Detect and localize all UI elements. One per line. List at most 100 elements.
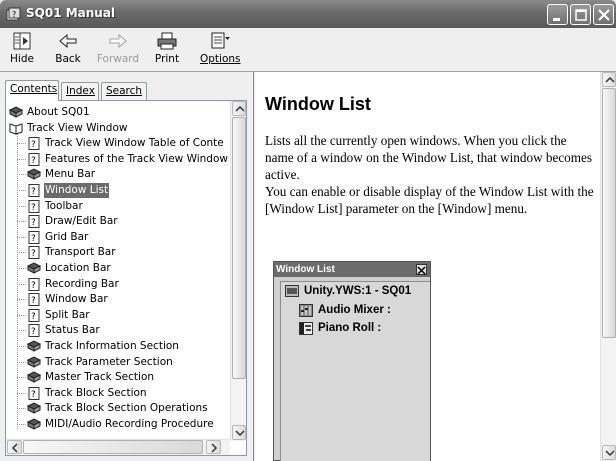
tree-connector xyxy=(17,314,26,316)
window-title: SQ01 Manual xyxy=(26,6,116,20)
help-app-icon: ? xyxy=(6,7,21,21)
window-list-header: Window List xyxy=(274,262,430,277)
back-label: Back xyxy=(55,53,81,65)
topic-paragraph: You can enable or disable display of the… xyxy=(265,184,594,216)
help-page-icon: ? xyxy=(27,293,41,307)
hide-button[interactable]: Hide xyxy=(6,30,38,70)
help-page-icon: ? xyxy=(27,230,41,244)
tree-item[interactable]: About SQ01 xyxy=(8,105,229,120)
printer-icon xyxy=(157,32,177,50)
tree-item-label: Features of the Track View Window xyxy=(45,152,228,165)
maximize-button[interactable] xyxy=(570,4,591,25)
tree-item-label: Track View Window Table of Conte xyxy=(45,137,224,150)
maximize-icon xyxy=(575,9,587,21)
tree-item[interactable]: ? Features of the Track View Window xyxy=(17,152,232,167)
book-icon xyxy=(8,106,24,119)
options-button[interactable]: Options xyxy=(200,30,241,70)
scroll-left-button[interactable] xyxy=(7,440,22,454)
book-icon xyxy=(26,418,42,431)
tree-item[interactable]: Track Information Section xyxy=(17,339,232,354)
tree-connector xyxy=(17,268,26,269)
minimize-icon xyxy=(553,18,560,21)
help-page-icon: ? xyxy=(27,184,41,197)
svg-text:?: ? xyxy=(31,390,36,400)
tree-item[interactable]: ? Window List xyxy=(17,183,232,198)
tree-item[interactable]: ? Transport Bar xyxy=(17,245,232,260)
tree-item[interactable]: Menu Bar xyxy=(17,167,232,182)
tree-item-label: Master Track Section xyxy=(45,371,155,384)
topic-scroll-thumb[interactable] xyxy=(602,88,616,338)
tree-item[interactable]: ? Grid Bar xyxy=(17,230,232,245)
help-page-icon: ? xyxy=(27,277,41,291)
tree-connector xyxy=(17,158,26,160)
tree-item-label: Window List xyxy=(44,183,110,198)
tree-item[interactable]: ? Track Block Section xyxy=(17,386,232,401)
tree-connector xyxy=(17,190,26,191)
forward-button[interactable]: Forward xyxy=(96,30,140,70)
tree-item[interactable]: Track Block Section Operations xyxy=(17,401,232,416)
svg-text:?: ? xyxy=(31,156,36,166)
tree-item[interactable]: ? Window Bar xyxy=(17,292,232,307)
tree-connector xyxy=(17,346,26,347)
tree-connector xyxy=(17,377,26,379)
contents-tree: About SQ01 Track View Window? Track View W… xyxy=(5,100,247,456)
tree-connector xyxy=(17,205,26,207)
topic-vertical-scrollbar[interactable] xyxy=(600,72,616,461)
back-button[interactable]: Back xyxy=(52,30,84,70)
scroll-down-button[interactable] xyxy=(232,425,246,440)
tree-item[interactable]: ? Status Bar xyxy=(17,323,232,338)
back-arrow-icon xyxy=(59,33,77,49)
svg-text:?: ? xyxy=(31,327,36,337)
help-page-icon: ? xyxy=(27,324,41,338)
tree-horizontal-scrollbar[interactable] xyxy=(6,439,230,455)
tree-item[interactable]: Track View Window xyxy=(9,121,229,136)
print-button[interactable]: Print xyxy=(152,30,182,70)
tree-item[interactable]: ? Toolbar xyxy=(17,199,232,214)
tab-index-label: Index xyxy=(66,85,95,97)
tree-item[interactable]: Master Track Section xyxy=(17,370,232,385)
help-page-icon: ? xyxy=(27,246,41,260)
tree-connector xyxy=(17,252,26,254)
hide-icon xyxy=(13,32,31,50)
tree-item[interactable]: ? Draw/Edit Bar xyxy=(17,214,232,229)
window-list-title: Window List xyxy=(276,264,335,275)
tab-contents[interactable]: Contents xyxy=(5,80,59,101)
topic-scroll-down-button[interactable] xyxy=(602,445,616,460)
tree-item-label: Track Block Section xyxy=(45,386,147,399)
tree-item[interactable]: Location Bar xyxy=(17,261,232,276)
tab-search[interactable]: Search xyxy=(101,82,147,100)
hide-label: Hide xyxy=(10,53,34,65)
help-page-icon: ? xyxy=(27,137,41,151)
topic-scroll-up-button[interactable] xyxy=(602,72,616,87)
tree-item[interactable]: ? Split Bar xyxy=(17,308,232,323)
scroll-thumb[interactable] xyxy=(232,117,246,379)
book-icon xyxy=(26,402,42,415)
tree-item[interactable]: ? Recording Bar xyxy=(17,277,232,292)
tree-item-label: Menu Bar xyxy=(45,168,96,181)
tree-item[interactable]: ? Track View Window Table of Conte xyxy=(17,136,232,151)
scroll-up-button[interactable] xyxy=(232,101,246,116)
tree-item-label: Split Bar xyxy=(45,308,90,321)
tree-item-label: Track Parameter Section xyxy=(45,355,173,368)
tree-connector xyxy=(17,174,26,176)
tree-item-label: Recording Bar xyxy=(45,277,119,290)
tree-connector xyxy=(17,283,26,285)
tree-vertical-scrollbar[interactable] xyxy=(230,101,246,441)
minimize-button[interactable] xyxy=(547,4,568,25)
hscroll-thumb[interactable] xyxy=(23,440,203,454)
tree-connector xyxy=(17,236,26,238)
close-button[interactable] xyxy=(593,4,614,25)
tree-item-label: Status Bar xyxy=(45,324,100,337)
tree-item[interactable]: Track Parameter Section xyxy=(17,355,232,370)
tree-item-label: Transport Bar xyxy=(45,246,116,259)
svg-text:?: ? xyxy=(31,218,36,228)
chevron-up-icon xyxy=(235,105,245,112)
tab-index[interactable]: Index xyxy=(61,82,99,100)
svg-text:?: ? xyxy=(12,10,16,19)
window-list-item-label: Piano Roll : xyxy=(318,322,382,334)
open-book-icon xyxy=(9,122,23,135)
tree-item-label: Track View Window xyxy=(27,121,128,134)
window-list-item-label: Audio Mixer : xyxy=(318,304,391,316)
tree-item[interactable]: MIDI/Audio Recording Procedure xyxy=(17,417,232,432)
scroll-right-button[interactable] xyxy=(206,440,221,454)
